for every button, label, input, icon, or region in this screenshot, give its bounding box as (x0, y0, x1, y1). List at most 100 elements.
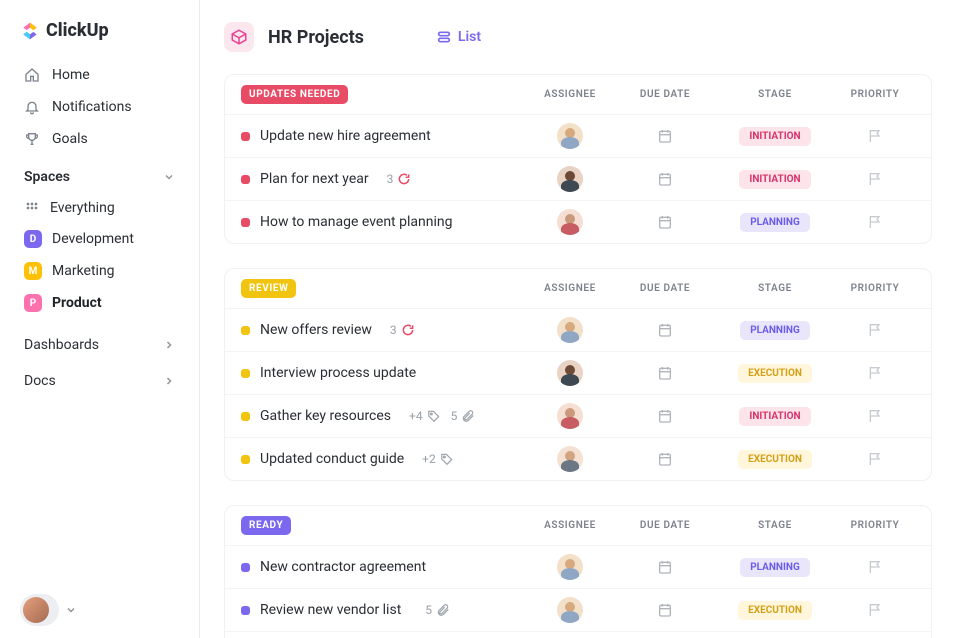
task-row[interactable]: How to manage event planning PLANNING (225, 200, 931, 243)
calendar-icon[interactable] (657, 214, 673, 230)
tag-icon (440, 452, 454, 466)
task-row[interactable]: Gather key resources +45 INITIATION (225, 394, 931, 437)
priority-cell[interactable] (835, 171, 915, 187)
calendar-icon[interactable] (657, 451, 673, 467)
flag-icon[interactable] (867, 322, 883, 338)
due-date-cell[interactable] (615, 451, 715, 467)
due-date-cell[interactable] (615, 365, 715, 381)
stage-pill[interactable]: EXECUTION (738, 601, 812, 620)
avatar[interactable] (557, 597, 583, 623)
group-status-pill[interactable]: UPDATES NEEDED (241, 85, 348, 104)
nav-home[interactable]: Home (10, 59, 189, 91)
flag-icon[interactable] (867, 451, 883, 467)
priority-cell[interactable] (835, 602, 915, 618)
flag-icon[interactable] (867, 602, 883, 618)
calendar-icon[interactable] (657, 559, 673, 575)
calendar-icon[interactable] (657, 128, 673, 144)
calendar-icon[interactable] (657, 171, 673, 187)
nav-goals-label: Goals (52, 131, 88, 147)
priority-cell[interactable] (835, 408, 915, 424)
sidebar-item-everything[interactable]: Everything (10, 193, 189, 223)
stage-pill[interactable]: PLANNING (740, 558, 810, 577)
page-header: HR Projects List (224, 22, 932, 52)
task-row[interactable]: Review new vendor list 5 EXECUTION (225, 588, 931, 631)
stage-pill[interactable]: INITIATION (739, 407, 810, 426)
due-date-cell[interactable] (615, 602, 715, 618)
spaces-header[interactable]: Spaces (10, 155, 189, 193)
nav-notifications-label: Notifications (52, 99, 132, 115)
sidebar-item-space[interactable]: P Product (10, 287, 189, 319)
task-row[interactable]: New offers review 3 PLANNING (225, 308, 931, 351)
flag-icon[interactable] (867, 408, 883, 424)
task-row[interactable]: Updated conduct guide +2 EXECUTION (225, 437, 931, 480)
avatar[interactable] (557, 209, 583, 235)
priority-cell[interactable] (835, 451, 915, 467)
sidebar-item-space[interactable]: M Marketing (10, 255, 189, 287)
sidebar-item-space[interactable]: D Development (10, 223, 189, 255)
flag-icon[interactable] (867, 171, 883, 187)
priority-cell[interactable] (835, 365, 915, 381)
task-row[interactable]: Update new hire agreement INITIATION (225, 114, 931, 157)
task-title-text: Plan for next year (260, 171, 369, 187)
attachment-icon (436, 603, 450, 617)
group-status-pill[interactable]: REVIEW (241, 279, 296, 298)
stage-pill[interactable]: INITIATION (739, 170, 810, 189)
stage-pill[interactable]: PLANNING (740, 213, 810, 232)
avatar[interactable] (557, 123, 583, 149)
due-date-cell[interactable] (615, 408, 715, 424)
calendar-icon[interactable] (657, 408, 673, 424)
stage-pill[interactable]: EXECUTION (738, 364, 812, 383)
brand-name: ClickUp (46, 20, 109, 41)
sidebar-dashboards-label: Dashboards (24, 337, 99, 353)
stage-pill[interactable]: EXECUTION (738, 450, 812, 469)
avatar[interactable] (557, 403, 583, 429)
flag-icon[interactable] (867, 365, 883, 381)
status-dot (241, 563, 250, 572)
priority-cell[interactable] (835, 128, 915, 144)
task-row[interactable]: New contractor agreement PLANNING (225, 545, 931, 588)
task-row[interactable]: Update key objectives 5 EXECUTION (225, 631, 931, 638)
avatar[interactable] (557, 360, 583, 386)
column-header-assignee: ASSIGNEE (525, 520, 615, 531)
column-header-stage: STAGE (715, 283, 835, 294)
flag-icon[interactable] (867, 559, 883, 575)
sidebar-docs[interactable]: Docs (10, 363, 189, 399)
stage-pill[interactable]: PLANNING (740, 321, 810, 340)
avatar[interactable] (557, 317, 583, 343)
sidebar-dashboards[interactable]: Dashboards (10, 327, 189, 363)
priority-cell[interactable] (835, 322, 915, 338)
calendar-icon[interactable] (657, 602, 673, 618)
view-list-button[interactable]: List (428, 25, 489, 49)
due-date-cell[interactable] (615, 128, 715, 144)
flag-icon[interactable] (867, 128, 883, 144)
group-header: UPDATES NEEDED ASSIGNEE DUE DATE STAGE P… (225, 75, 931, 114)
spaces-header-label: Spaces (24, 169, 70, 185)
box-icon (230, 28, 248, 46)
nav-goals[interactable]: Goals (10, 123, 189, 155)
calendar-icon[interactable] (657, 322, 673, 338)
priority-cell[interactable] (835, 214, 915, 230)
nav-notifications[interactable]: Notifications (10, 91, 189, 123)
group-status-pill[interactable]: READY (241, 516, 291, 535)
avatar[interactable] (557, 446, 583, 472)
stage-pill[interactable]: INITIATION (739, 127, 810, 146)
extra-count: +4 (409, 409, 423, 423)
brand-logo[interactable]: ClickUp (10, 20, 189, 59)
flag-icon[interactable] (867, 214, 883, 230)
due-date-cell[interactable] (615, 171, 715, 187)
task-row[interactable]: Plan for next year 3 INITIATION (225, 157, 931, 200)
task-row[interactable]: Interview process update EXECUTION (225, 351, 931, 394)
tag-icon (427, 409, 441, 423)
view-list-label: List (458, 29, 481, 45)
due-date-cell[interactable] (615, 322, 715, 338)
priority-cell[interactable] (835, 559, 915, 575)
calendar-icon[interactable] (657, 365, 673, 381)
column-header-priority: PRIORITY (835, 283, 915, 294)
home-icon (24, 67, 40, 83)
avatar[interactable] (557, 166, 583, 192)
avatar[interactable] (557, 554, 583, 580)
task-title-text: Review new vendor list (260, 602, 401, 618)
due-date-cell[interactable] (615, 214, 715, 230)
user-menu[interactable] (20, 594, 77, 626)
due-date-cell[interactable] (615, 559, 715, 575)
